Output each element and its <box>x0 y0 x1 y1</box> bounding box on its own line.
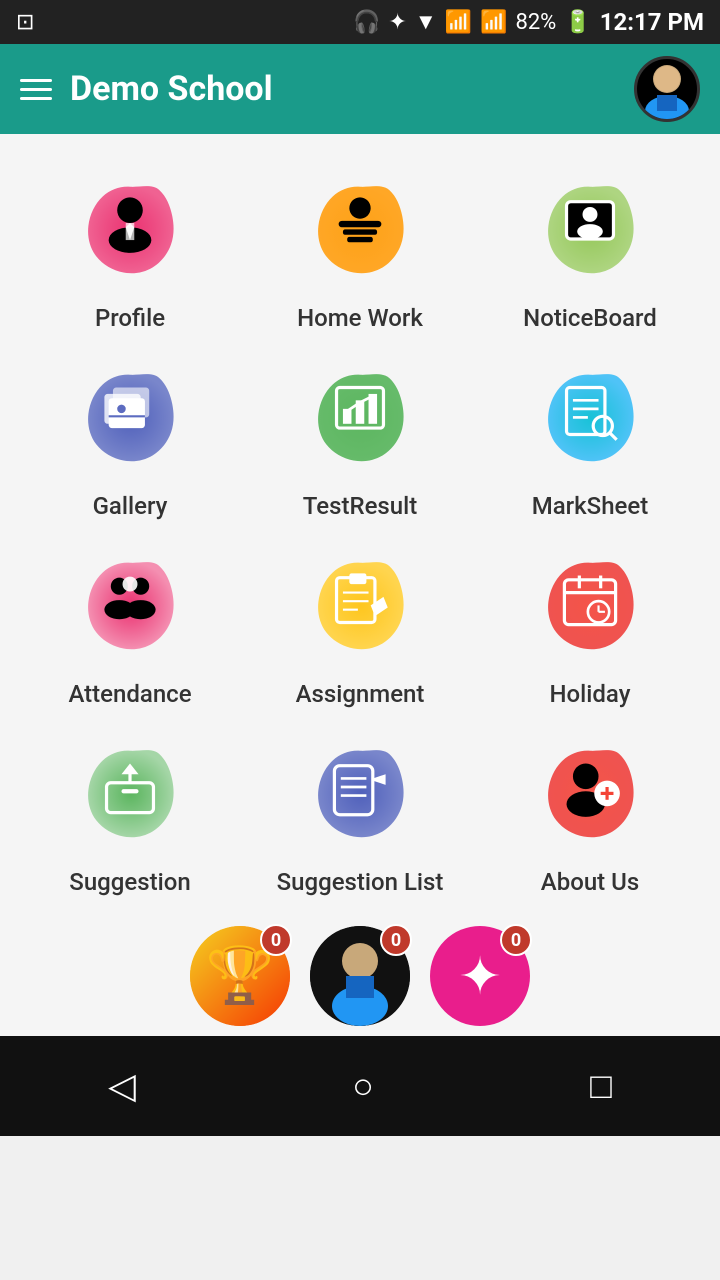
star-button[interactable]: ✦ 0 <box>430 926 530 1026</box>
user-button[interactable]: 0 <box>310 926 410 1026</box>
item-label-suggestion: Suggestion <box>69 868 190 896</box>
icon-holiday <box>558 567 622 643</box>
icon-blob-testresult <box>295 352 425 482</box>
cellular-icon: 📶 <box>480 10 507 35</box>
svg-text:🏆: 🏆 <box>206 944 274 1008</box>
signal-icon: ▼ <box>415 9 437 35</box>
icon-aboutus <box>558 755 622 831</box>
icon-suggestion <box>98 755 162 831</box>
grid-item-testresult[interactable]: TestResult <box>250 352 470 520</box>
status-time: 12:17 PM <box>600 8 704 36</box>
menu-button[interactable] <box>20 79 52 100</box>
header: Demo School <box>0 44 720 134</box>
icon-blob-suggestion <box>65 728 195 858</box>
grid-item-homework[interactable]: Home Work <box>250 164 470 332</box>
item-label-noticeboard: NoticeBoard <box>523 304 657 332</box>
icon-gallery <box>98 379 162 455</box>
nav-bar: ◁ ○ □ <box>0 1036 720 1136</box>
icon-blob-profile <box>65 164 195 294</box>
icon-blob-homework <box>295 164 425 294</box>
mi-logo: ⊡ <box>16 10 34 35</box>
hamburger-line3 <box>20 97 52 100</box>
hamburger-line1 <box>20 79 52 82</box>
grid-item-profile[interactable]: Profile <box>20 164 240 332</box>
item-label-assignment: Assignment <box>296 680 425 708</box>
item-label-testresult: TestResult <box>303 492 417 520</box>
recents-button[interactable]: □ <box>590 1065 612 1107</box>
icon-assignment <box>328 567 392 643</box>
star-icon: ✦ <box>458 946 502 1007</box>
grid-item-holiday[interactable]: Holiday <box>480 540 700 708</box>
grid-item-attendance[interactable]: Attendance <box>20 540 240 708</box>
grid-item-marksheet[interactable]: MarkSheet <box>480 352 700 520</box>
icon-noticeboard <box>558 191 622 267</box>
grid-item-gallery[interactable]: Gallery <box>20 352 240 520</box>
grid-item-noticeboard[interactable]: NoticeBoard <box>480 164 700 332</box>
icon-blob-attendance <box>65 540 195 670</box>
icon-blob-aboutus <box>525 728 655 858</box>
status-right: 🎧 ✦ ▼ 📶 📶 82% 🔋 12:17 PM <box>353 8 704 36</box>
icon-blob-marksheet <box>525 352 655 482</box>
profile-avatar[interactable] <box>634 56 700 122</box>
headphones-icon: 🎧 <box>353 10 380 35</box>
icon-testresult <box>328 379 392 455</box>
icon-blob-holiday <box>525 540 655 670</box>
user-badge: 0 <box>380 924 412 956</box>
grid-item-suggestion[interactable]: Suggestion <box>20 728 240 896</box>
hamburger-line2 <box>20 88 52 91</box>
icon-profile <box>98 191 162 267</box>
item-label-marksheet: MarkSheet <box>532 492 649 520</box>
icon-blob-assignment <box>295 540 425 670</box>
item-label-homework: Home Work <box>297 304 423 332</box>
battery-icon: 🔋 <box>564 10 591 35</box>
back-button[interactable]: ◁ <box>108 1065 136 1107</box>
icon-suggestionlist <box>328 755 392 831</box>
main-grid: Profile Home Work <box>0 134 720 906</box>
star-badge: 0 <box>500 924 532 956</box>
home-button[interactable]: ○ <box>352 1065 374 1107</box>
bottom-action-bar: 🏆 0 0 ✦ 0 <box>0 906 720 1036</box>
trophy-badge: 0 <box>260 924 292 956</box>
wifi-icon: 📶 <box>445 10 472 35</box>
grid-item-suggestionlist[interactable]: Suggestion List <box>250 728 470 896</box>
item-label-aboutus: About Us <box>541 868 639 896</box>
item-label-attendance: Attendance <box>68 680 191 708</box>
icon-marksheet <box>558 379 622 455</box>
trophy-button[interactable]: 🏆 0 <box>190 926 290 1026</box>
status-bar: ⊡ 🎧 ✦ ▼ 📶 📶 82% 🔋 12:17 PM <box>0 0 720 44</box>
icon-attendance <box>98 567 162 643</box>
icon-homework <box>328 191 392 267</box>
item-label-suggestionlist: Suggestion List <box>277 868 444 896</box>
icon-blob-suggestionlist <box>295 728 425 858</box>
item-label-holiday: Holiday <box>550 680 631 708</box>
icon-blob-noticeboard <box>525 164 655 294</box>
status-left: ⊡ <box>16 10 34 35</box>
grid-item-aboutus[interactable]: About Us <box>480 728 700 896</box>
app-title: Demo School <box>70 69 273 109</box>
icon-blob-gallery <box>65 352 195 482</box>
grid-item-assignment[interactable]: Assignment <box>250 540 470 708</box>
battery-text: 82% <box>515 10 556 35</box>
item-label-gallery: Gallery <box>93 492 168 520</box>
bluetooth-icon: ✦ <box>388 10 406 35</box>
header-left: Demo School <box>20 69 273 109</box>
item-label-profile: Profile <box>95 304 165 332</box>
